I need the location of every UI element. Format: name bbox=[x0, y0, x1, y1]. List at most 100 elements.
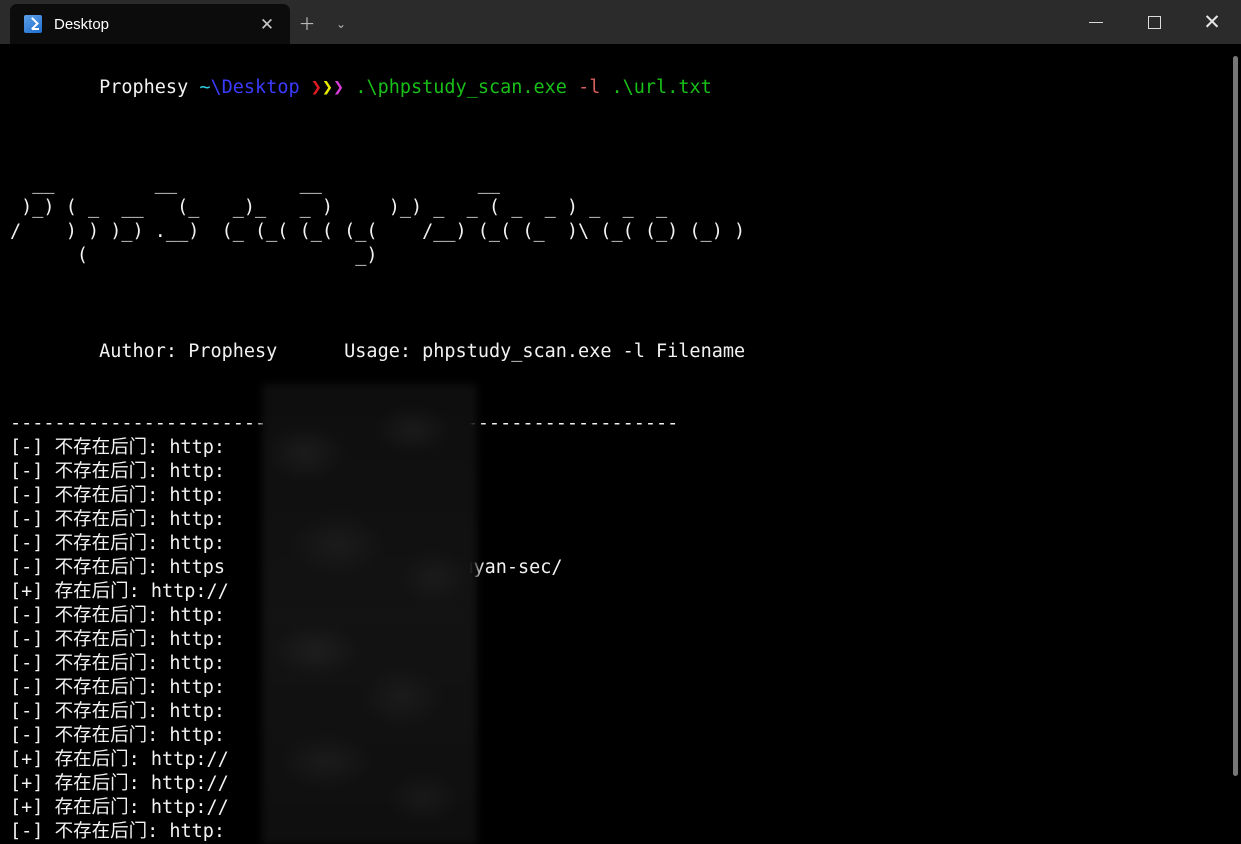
result-url-scheme: http: bbox=[169, 509, 226, 530]
result-url-scheme: http: bbox=[169, 677, 226, 698]
result-line: [+] 存在后门: http:// bbox=[10, 580, 1241, 604]
result-url-path: /yuyan-sec/ bbox=[440, 557, 563, 578]
result-status: [-] bbox=[10, 701, 44, 722]
result-message: 不存在后门: bbox=[54, 653, 159, 674]
result-line: [+] 存在后门: http:// bbox=[10, 748, 1241, 772]
minimize-icon bbox=[1089, 21, 1103, 23]
tab-strip: Desktop ✕ ＋ ⌄ bbox=[0, 0, 358, 44]
result-message: 不存在后门: bbox=[54, 701, 159, 722]
result-url-scheme: http: bbox=[169, 485, 226, 506]
result-message: 存在后门: bbox=[54, 797, 140, 818]
result-url-scheme: http:// bbox=[150, 581, 229, 602]
result-url-scheme: http: bbox=[169, 533, 226, 554]
result-status: [-] bbox=[10, 461, 44, 482]
maximize-button[interactable] bbox=[1125, 0, 1183, 44]
terminal-output[interactable]: Prophesy ~\Desktop ❯❯❯ .\phpstudy_scan.e… bbox=[0, 44, 1241, 844]
usage-label: Usage: bbox=[344, 341, 411, 362]
result-line: [-] 不存在后门: http: bbox=[10, 484, 1241, 508]
result-message: 不存在后门: bbox=[54, 485, 159, 506]
result-url-scheme: http:// bbox=[150, 773, 229, 794]
result-line: [-] 不存在后门: http: bbox=[10, 508, 1241, 532]
result-message: 不存在后门: bbox=[54, 461, 159, 482]
chevron-icon-3: ❯ bbox=[333, 77, 345, 98]
result-line: [+] 存在后门: http:// bbox=[10, 796, 1241, 820]
result-status: [-] bbox=[10, 725, 44, 746]
prompt-path: \Desktop bbox=[210, 77, 300, 98]
close-icon[interactable]: ✕ bbox=[254, 11, 280, 37]
result-status: [-] bbox=[10, 533, 44, 554]
result-url-scheme: https bbox=[169, 557, 226, 578]
result-message: 不存在后门: bbox=[54, 629, 159, 650]
result-message: 不存在后门: bbox=[54, 725, 159, 746]
prompt-user: Prophesy bbox=[99, 77, 189, 98]
author-label: Author: bbox=[99, 341, 178, 362]
terminal-content: Prophesy ~\Desktop ❯❯❯ .\phpstudy_scan.e… bbox=[0, 44, 1241, 844]
prompt-command: .\phpstudy_scan.exe bbox=[355, 77, 567, 98]
result-status: [+] bbox=[10, 749, 44, 770]
result-status: [-] bbox=[10, 677, 44, 698]
result-message: 存在后门: bbox=[54, 749, 140, 770]
result-url-scheme: http: bbox=[169, 701, 226, 722]
result-line: [-] 不存在后门: http: bbox=[10, 628, 1241, 652]
result-url-scheme: http: bbox=[169, 605, 226, 626]
result-message: 不存在后门: bbox=[54, 533, 159, 554]
result-url-scheme: http: bbox=[169, 629, 226, 650]
tab-title: Desktop bbox=[54, 15, 110, 33]
result-message: 不存在后门: bbox=[54, 437, 159, 458]
new-tab-button[interactable]: ＋ bbox=[290, 4, 324, 44]
powershell-icon bbox=[24, 15, 42, 33]
result-line: [-] 不存在后门: http: bbox=[10, 700, 1241, 724]
result-line: [-] 不存在后门: http: bbox=[10, 724, 1241, 748]
result-line: [-] 不存在后门: http: bbox=[10, 820, 1241, 844]
result-status: [+] bbox=[10, 797, 44, 818]
result-status: [-] bbox=[10, 821, 44, 842]
prompt-line-top: Prophesy ~\Desktop ❯❯❯ .\phpstudy_scan.e… bbox=[10, 52, 1241, 124]
maximize-icon bbox=[1147, 15, 1161, 29]
info-line: Author: Prophesy Usage: phpstudy_scan.ex… bbox=[10, 316, 1241, 388]
result-line: [-] 不存在后门: http: bbox=[10, 604, 1241, 628]
title-bar: Desktop ✕ ＋ ⌄ ✕ bbox=[0, 0, 1241, 44]
terminal-scrollbar[interactable] bbox=[1233, 44, 1238, 844]
usage-value: phpstudy_scan.exe -l Filename bbox=[422, 341, 746, 362]
prompt-tilde: ~ bbox=[199, 77, 211, 98]
result-url-scheme: http: bbox=[169, 437, 226, 458]
tab-desktop[interactable]: Desktop ✕ bbox=[10, 4, 290, 44]
separator-line: ----------------------------------------… bbox=[10, 413, 679, 434]
ascii-banner-line: / ) ) )_) .__) (_ (_( (_( (_( /__) (_( (… bbox=[10, 221, 746, 242]
result-status: [-] bbox=[10, 485, 44, 506]
result-message: 不存在后门: bbox=[54, 677, 159, 698]
prompt-flag: -l bbox=[578, 77, 601, 98]
result-line: [-] 不存在后门: http: bbox=[10, 460, 1241, 484]
window-close-button[interactable]: ✕ bbox=[1183, 0, 1241, 44]
ascii-banner-line: )_) ( _ __ (_ _)_ _ ) )_) _ _ ( _ _ ) _ … bbox=[10, 197, 668, 218]
result-url-scheme: http:// bbox=[150, 749, 229, 770]
result-line: [-] 不存在后门: http: bbox=[10, 436, 1241, 460]
result-status: [+] bbox=[10, 773, 44, 794]
terminal-window: Desktop ✕ ＋ ⌄ ✕ Prophesy ~\Desktop ❯❯❯ .… bbox=[0, 0, 1241, 844]
author-value: Prophesy bbox=[188, 341, 278, 362]
result-message: 不存在后门: bbox=[54, 821, 159, 842]
close-icon: ✕ bbox=[1203, 10, 1221, 34]
result-message: 存在后门: bbox=[54, 581, 140, 602]
scrollbar-thumb[interactable] bbox=[1233, 56, 1238, 776]
result-message: 不存在后门: bbox=[54, 557, 159, 578]
result-url-scheme: http: bbox=[169, 461, 226, 482]
minimize-button[interactable] bbox=[1067, 0, 1125, 44]
result-url-scheme: http:// bbox=[150, 797, 229, 818]
result-line: [-] 不存在后门: http: bbox=[10, 676, 1241, 700]
result-url-scheme: http: bbox=[169, 725, 226, 746]
result-status: [-] bbox=[10, 629, 44, 650]
result-line: [-] 不存在后门: http: bbox=[10, 532, 1241, 556]
chevron-down-icon[interactable]: ⌄ bbox=[324, 4, 358, 44]
prompt-argument: .\url.txt bbox=[611, 77, 712, 98]
result-status: [-] bbox=[10, 557, 44, 578]
result-status: [-] bbox=[10, 653, 44, 674]
result-message: 存在后门: bbox=[54, 773, 140, 794]
chevron-icon-1: ❯ bbox=[310, 77, 322, 98]
result-url-scheme: http: bbox=[169, 821, 226, 842]
result-url-scheme: http: bbox=[169, 653, 226, 674]
